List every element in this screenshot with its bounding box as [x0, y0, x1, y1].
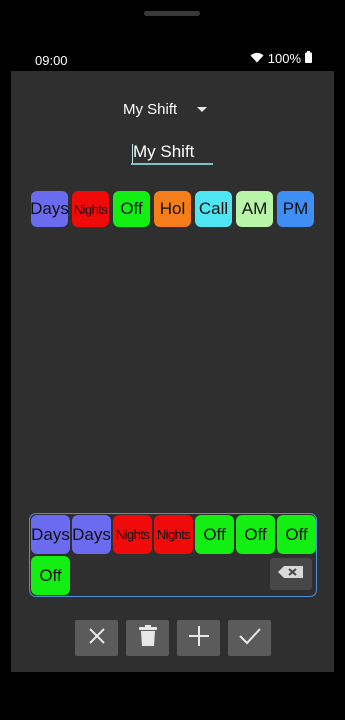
shift-selector[interactable]: My Shift	[123, 101, 208, 118]
backspace-icon	[277, 565, 305, 584]
battery-percent: 100%	[267, 51, 301, 66]
palette-chip[interactable]: Hol	[154, 191, 191, 227]
shift-name-input[interactable]	[131, 141, 213, 165]
text-cursor	[132, 144, 133, 163]
add-button[interactable]	[177, 620, 220, 656]
shift-editor: My Shift DaysNightsOffHolCallAMPM DaysDa…	[11, 71, 334, 672]
action-bar	[75, 620, 271, 656]
sequence-chip[interactable]: Off	[195, 515, 234, 554]
phone-frame: 09:00 100% My Shift My Shift Days Nights…	[0, 0, 345, 720]
sequence-row-1: Days Days Nights Nights Off Off Off	[31, 515, 316, 554]
wifi-icon	[250, 51, 264, 66]
palette-chip[interactable]: Off	[113, 191, 150, 227]
plus-icon	[188, 625, 210, 652]
cancel-button[interactable]	[75, 620, 118, 656]
trash-icon	[138, 624, 157, 652]
sequence-chip[interactable]: Off	[277, 515, 316, 554]
close-icon	[87, 626, 107, 651]
status-time: 09:00	[35, 53, 68, 68]
shift-selector-value: My Shift	[123, 101, 178, 118]
screen: 09:00 100% My Shift My Shift Days Nights…	[11, 45, 334, 672]
palette-chip[interactable]: Days	[31, 191, 69, 227]
sequence-chip[interactable]: Off	[236, 515, 275, 554]
earpiece-speaker	[144, 11, 200, 16]
confirm-button[interactable]	[228, 620, 271, 656]
check-icon	[238, 627, 261, 650]
dropdown-arrow-icon	[197, 107, 208, 112]
backspace-button[interactable]	[270, 558, 312, 590]
status-indicators: 100%	[250, 51, 312, 66]
sequence-row-2: Off	[31, 556, 70, 595]
palette-chip[interactable]: PM	[277, 191, 314, 227]
delete-button[interactable]	[126, 620, 169, 656]
palette-row: Days Nights Off Hol Call AM PM	[31, 191, 317, 227]
sequence-chip[interactable]: Days	[72, 515, 111, 554]
palette-chip[interactable]: Call	[195, 191, 232, 227]
battery-icon	[305, 51, 312, 66]
sequence-chip[interactable]: Nights	[113, 515, 152, 554]
palette-chip[interactable]: AM	[236, 191, 273, 227]
palette-chip[interactable]: Nights	[72, 191, 109, 227]
shift-type-palette: Days Nights Off Hol Call AM PM	[31, 191, 317, 227]
sequence-chip[interactable]: Days	[31, 515, 70, 554]
shift-sequence-box: Days Days Nights Nights Off Off Off Off	[29, 513, 317, 597]
sequence-chip[interactable]: Off	[31, 556, 70, 595]
status-bar: 09:00 100%	[11, 45, 334, 71]
sequence-chip[interactable]: Nights	[154, 515, 193, 554]
